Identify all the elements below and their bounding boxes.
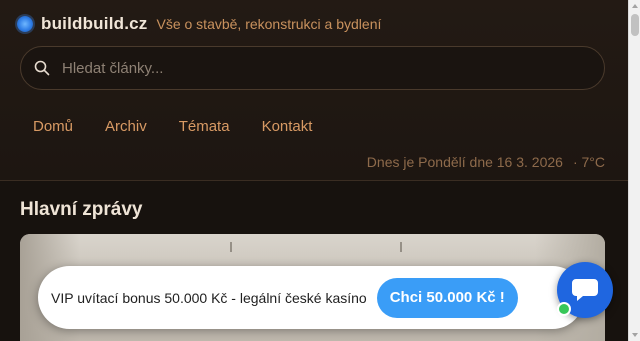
scroll-thumb[interactable] (631, 14, 639, 36)
main-nav: Domů Archiv Témata Kontakt (17, 112, 328, 141)
current-temperature: · 7°C (572, 154, 605, 170)
promo-banner[interactable]: VIP uvítací bonus 50.000 Kč - legální če… (38, 266, 584, 329)
section-title: Hlavní zprávy (20, 199, 143, 220)
site-brand[interactable]: buildbuild.cz (41, 14, 147, 34)
logo-icon[interactable] (17, 16, 33, 32)
site-tagline: Vše o stavbě, rekonstrukci a bydlení (156, 16, 382, 32)
nav-item-archive[interactable]: Archiv (89, 112, 163, 141)
dateline: Dnes je Pondělí dne 16 3. 2026 · 7°C (367, 154, 605, 170)
nav-item-topics[interactable]: Témata (163, 112, 246, 141)
brand-row: buildbuild.cz Vše o stavbě, rekonstrukci… (17, 13, 381, 35)
search-input[interactable] (62, 59, 604, 77)
promo-text: VIP uvítací bonus 50.000 Kč - legální če… (51, 289, 367, 306)
page-scrollbar[interactable] (628, 0, 640, 341)
scroll-up-arrow-icon[interactable] (632, 4, 638, 8)
search-icon[interactable] (34, 60, 50, 76)
image-detail (230, 242, 232, 252)
site-header: buildbuild.cz Vše o stavbě, rekonstrukci… (0, 0, 628, 181)
online-status-indicator (557, 302, 571, 316)
image-detail (400, 242, 402, 252)
nav-item-contact[interactable]: Kontakt (246, 112, 329, 141)
nav-item-home[interactable]: Domů (17, 112, 89, 141)
current-date: Dnes je Pondělí dne 16 3. 2026 (366, 154, 563, 170)
promo-cta-button[interactable]: Chci 50.000 Kč ! (376, 277, 518, 318)
scroll-down-arrow-icon[interactable] (632, 333, 638, 337)
search-bar[interactable] (20, 46, 605, 90)
chat-bubble-icon (572, 279, 598, 301)
